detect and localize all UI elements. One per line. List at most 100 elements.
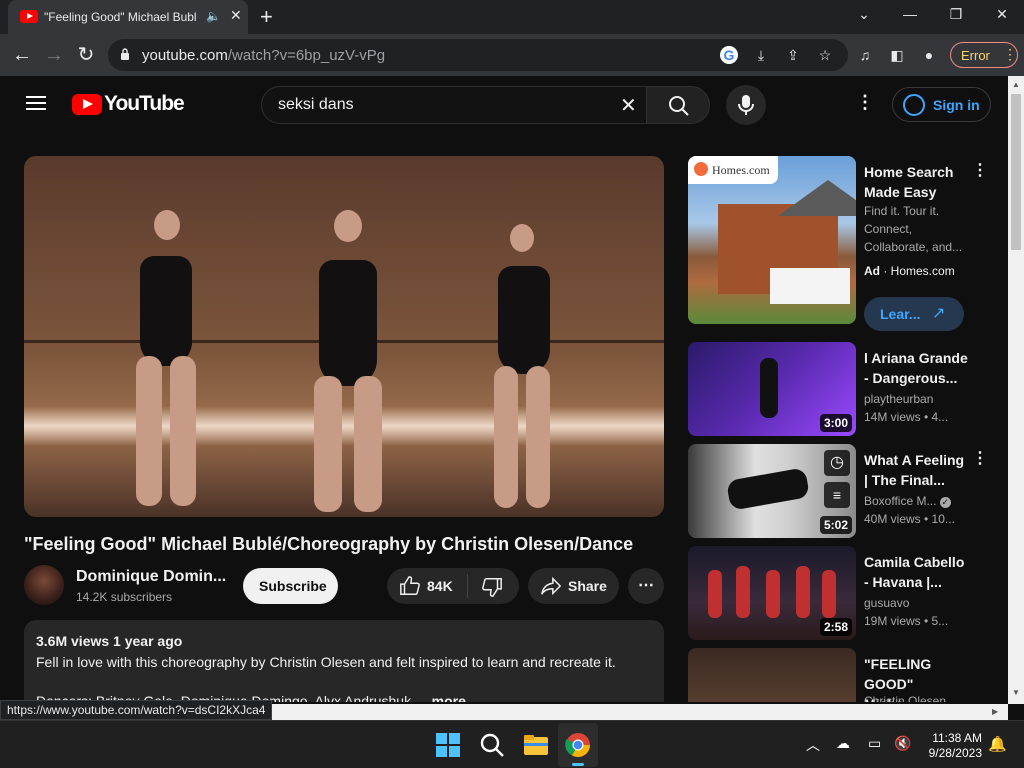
sign-in-label: Sign in: [933, 97, 980, 113]
minimize-button[interactable]: —: [898, 6, 922, 22]
video-channel: Boxoffice M... ✓: [864, 494, 951, 508]
ad-title: Home Search Made Easy: [864, 164, 954, 200]
reload-button[interactable]: ↻: [74, 43, 98, 67]
tab-search-icon[interactable]: ⌄: [852, 6, 876, 23]
channel-name[interactable]: Dominique Domin...: [76, 568, 226, 586]
video-menu-icon[interactable]: ⋮: [972, 448, 988, 468]
restore-button[interactable]: ❐: [944, 6, 968, 23]
video-thumbnail[interactable]: 3:00: [688, 342, 856, 436]
address-bar[interactable]: youtube.com/watch?v=6bp_uzV-vPg G ⤓ ⇪ ☆: [108, 39, 848, 71]
video-player[interactable]: [24, 156, 664, 517]
recommended-video[interactable]: "FEELING GOOD" Micha... Christin Olesen: [688, 648, 998, 702]
forward-button[interactable]: →: [42, 43, 66, 67]
ad-menu-icon[interactable]: ⋮: [972, 160, 988, 180]
voice-search-button[interactable]: [726, 85, 766, 125]
like-count: 84K: [427, 578, 453, 594]
share-icon: [541, 576, 562, 596]
house-roof: [778, 180, 856, 216]
recommended-video[interactable]: 2:58 Camila Cabello - Havana |... gusuav…: [688, 546, 998, 642]
learn-more-button[interactable]: Lear... ↗: [864, 297, 964, 331]
thumbnail-dancer: [796, 566, 810, 618]
scrollbar-thumb[interactable]: [1011, 94, 1021, 250]
recommended-video[interactable]: ◷ ≡ 5:02 What A Feeling | The Final... ⋮…: [688, 444, 998, 540]
share-page-icon[interactable]: ⇪: [784, 46, 802, 64]
channel-name: Boxoffice M...: [864, 494, 937, 508]
browser-title-bar: "Feeling Good" Michael Bubl 🔈 ✕ + ⌄ — ❐ …: [0, 0, 1024, 34]
file-explorer-icon[interactable]: [522, 731, 550, 759]
description-box[interactable]: 3.6M views 1 year ago Fell in love with …: [24, 620, 664, 702]
profile-icon[interactable]: ●: [920, 46, 938, 64]
new-tab-button[interactable]: +: [260, 4, 273, 30]
system-clock[interactable]: 11:38 AM 9/28/2023: [922, 731, 982, 761]
link-status-bar: https://www.youtube.com/watch?v=dsCI2kXJ…: [0, 700, 273, 720]
chrome-menu-icon[interactable]: ⋮: [1003, 46, 1017, 63]
dislike-icon[interactable]: [481, 576, 503, 598]
views-and-date: 3.6M views 1 year ago: [36, 633, 183, 649]
close-window-button[interactable]: ✕: [990, 6, 1014, 23]
like-icon[interactable]: [399, 575, 421, 597]
side-panel-icon[interactable]: ◧: [888, 46, 906, 64]
more-actions-button[interactable]: ⋯: [628, 568, 664, 604]
menu-icon[interactable]: [26, 96, 46, 110]
thumbnail-dancer: [708, 570, 722, 618]
subscribe-button[interactable]: Subscribe: [243, 568, 338, 604]
clock-date: 9/28/2023: [928, 746, 982, 760]
youtube-logo-icon[interactable]: [72, 94, 102, 115]
speaker-icon[interactable]: 🔈: [206, 9, 221, 23]
like-dislike-group: 84K: [387, 568, 519, 604]
chrome-taskbar-button[interactable]: [558, 723, 598, 767]
error-button[interactable]: Error ⋮: [950, 42, 1018, 68]
video-title: "Feeling Good" Michael Bublé/Choreograph…: [24, 534, 634, 554]
dancer-head: [510, 224, 534, 252]
back-button[interactable]: ←: [10, 43, 34, 67]
recommended-video[interactable]: 3:00 l Ariana Grande - Dangerous... play…: [688, 342, 998, 438]
dancer-leg: [526, 366, 550, 508]
ad-item[interactable]: Homes.com Home Search Made Easy ⋮ Find i…: [688, 156, 998, 331]
browser-tab[interactable]: "Feeling Good" Michael Bubl 🔈 ✕: [8, 0, 248, 34]
video-duration: 2:58: [819, 618, 852, 636]
tab-close-icon[interactable]: ✕: [230, 7, 242, 24]
watch-later-icon[interactable]: ◷: [824, 450, 850, 476]
video-duration: 3:00: [819, 414, 852, 432]
network-icon[interactable]: ▭: [868, 735, 881, 752]
video-thumbnail[interactable]: ◷ ≡ 5:02: [688, 444, 856, 538]
ad-label: Ad: [864, 264, 880, 278]
google-icon[interactable]: G: [720, 46, 738, 64]
install-app-icon[interactable]: ⤓: [752, 46, 770, 64]
dancer-leg: [354, 376, 382, 512]
media-control-icon[interactable]: ♫: [856, 46, 874, 64]
bookmark-star-icon[interactable]: ☆: [816, 46, 834, 64]
ad-thumbnail[interactable]: Homes.com: [688, 156, 856, 324]
channel-avatar[interactable]: [24, 565, 64, 605]
error-label: Error: [961, 48, 990, 63]
ad-source: Ad · Homes.com: [864, 264, 955, 278]
onedrive-icon[interactable]: ☁: [836, 735, 850, 752]
thumbnail-dancer: [766, 570, 780, 618]
vertical-scrollbar[interactable]: ▲ ▼: [1008, 76, 1024, 704]
search-button[interactable]: [646, 86, 710, 124]
taskbar-search-icon[interactable]: [478, 731, 506, 759]
microphone-icon: [738, 95, 754, 115]
windows-start-icon[interactable]: [434, 731, 462, 759]
horizontal-scrollbar[interactable]: ▶: [268, 704, 1008, 720]
search-input[interactable]: seksi dans ✕: [261, 86, 647, 124]
dancer-body: [498, 266, 550, 374]
clear-search-icon[interactable]: ✕: [620, 93, 637, 118]
video-thumbnail[interactable]: [688, 648, 856, 702]
settings-more-icon[interactable]: ⋮: [856, 92, 874, 113]
dancer-leg: [170, 356, 196, 506]
video-thumbnail[interactable]: 2:58: [688, 546, 856, 640]
share-button[interactable]: Share: [528, 568, 619, 604]
sign-in-button[interactable]: Sign in: [892, 87, 991, 122]
scroll-up-icon[interactable]: ▲: [1012, 80, 1020, 89]
like-divider: [467, 574, 468, 598]
volume-muted-icon[interactable]: 🔇: [894, 735, 911, 752]
scroll-down-icon[interactable]: ▼: [1012, 688, 1020, 697]
dancer-head: [154, 210, 180, 240]
notification-bell-icon[interactable]: 🔔: [988, 735, 1007, 753]
youtube-logo-text[interactable]: YouTube: [104, 92, 185, 116]
more-link[interactable]: ...more: [420, 693, 466, 702]
add-to-queue-icon[interactable]: ≡: [824, 482, 850, 508]
scroll-right-icon[interactable]: ▶: [992, 707, 998, 716]
show-hidden-icons-icon[interactable]: ︿: [806, 735, 820, 755]
